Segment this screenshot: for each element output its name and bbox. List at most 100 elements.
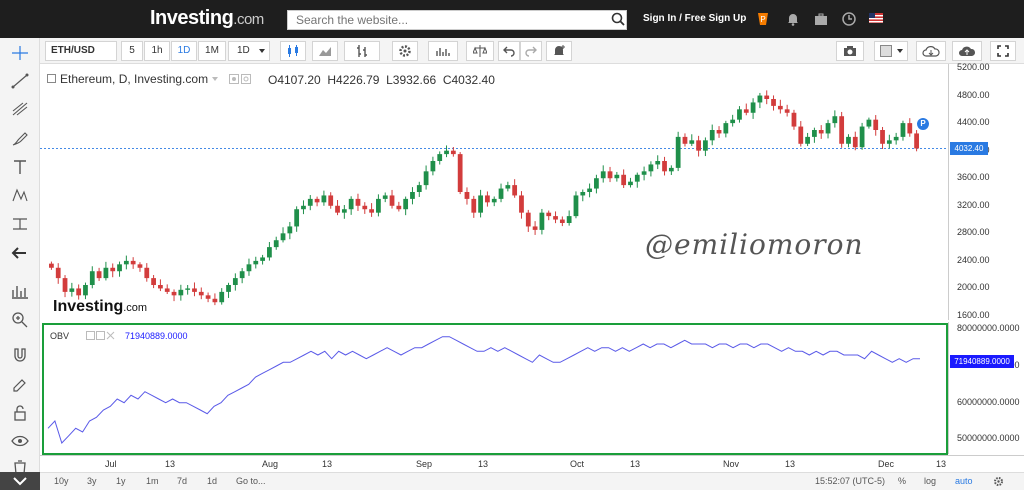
candle-body [198,291,204,296]
range-7d[interactable]: 7d [177,476,187,486]
redo-button[interactable] [520,41,542,61]
candle-body [280,233,286,241]
candle-body [144,267,150,279]
chart-logo-suffix: .com [123,302,148,314]
candle-body [703,140,708,151]
candle-body [396,205,402,210]
lock-drawing-icon[interactable] [10,374,30,392]
cloud-download-icon [922,46,940,57]
dropdown-caret-icon[interactable] [212,77,219,81]
log-toggle[interactable]: log [924,476,936,486]
trend-line-icon[interactable] [10,72,30,90]
site-logo[interactable]: Investing.com [150,7,264,30]
candle-body [273,240,279,248]
pattern-icon[interactable] [10,186,30,204]
undo-icon [503,46,515,57]
time-axis-label: Dec [878,459,895,469]
candle-body [55,267,61,279]
clock-readout[interactable]: 15:52:07 (UTC-5) [815,476,885,486]
settings-button[interactable] [392,41,418,61]
chart-logo: Investing.com [53,298,147,316]
color-picker-button[interactable] [874,41,908,61]
percent-toggle[interactable]: % [898,476,906,486]
gear-icon[interactable] [993,476,1004,487]
interval-1h[interactable]: 1h [144,41,170,61]
price-chart-svg[interactable] [40,64,948,320]
range-10y[interactable]: 10y [54,476,69,486]
clock-icon[interactable] [841,11,857,27]
collapse-icon[interactable] [47,74,56,83]
indicators-icon[interactable] [10,282,30,300]
cloud-load-button[interactable] [916,41,946,61]
search-input[interactable] [287,10,627,30]
interval-1m[interactable]: 1M [198,41,226,61]
pro-icon[interactable]: P [755,11,771,27]
candle-body [600,171,606,179]
cloud-save-button[interactable] [952,41,982,61]
range-1y[interactable]: 1y [116,476,126,486]
zoom-icon[interactable] [10,310,30,328]
auto-toggle[interactable]: auto [955,476,973,486]
fullscreen-button[interactable] [990,41,1016,61]
chart-title: Ethereum, D, Investing.com [47,72,252,86]
us-flag-icon[interactable] [869,13,883,23]
interval-5[interactable]: 5 [121,41,143,61]
candle-body [757,95,763,103]
candle-body [348,198,354,210]
price-axis[interactable]: 5200.004800.004400.004000.003600.003200.… [948,62,1024,320]
lock-icon[interactable] [10,404,30,422]
candle-body [893,136,899,141]
brush-icon[interactable] [10,130,30,148]
candle-body [471,198,477,213]
goto-date[interactable]: Go to... [236,476,266,486]
magnet-icon[interactable] [10,346,30,364]
eye-icon[interactable] [10,432,30,450]
pitchfork-icon[interactable] [10,100,30,118]
cloud-upload-icon [959,46,976,56]
interval-dropdown[interactable]: 1D [228,41,270,61]
scales-button[interactable] [466,41,494,61]
candle-body [825,123,831,134]
time-axis-label: 13 [165,459,176,469]
sidebar-collapse-button[interactable] [0,472,40,490]
range-1m[interactable]: 1m [146,476,159,486]
crosshair-icon[interactable] [10,44,30,62]
range-3y[interactable]: 3y [87,476,97,486]
candle-body [355,198,361,206]
interval-1d[interactable]: 1D [171,41,197,61]
alert-button[interactable] [546,41,572,61]
candle-body [437,154,443,161]
bell-icon[interactable] [785,11,801,27]
candle-body [696,140,701,151]
obv-axis[interactable]: 80000000.000070000000.000060000000.00005… [948,322,1024,454]
candle-body [852,136,858,148]
arrow-left-icon[interactable] [10,244,30,262]
portfolio-icon[interactable] [813,11,829,27]
compare-button[interactable] [344,41,380,61]
price-chart-pane[interactable] [40,64,948,320]
symbol-selector[interactable]: ETH/USD [45,41,117,61]
undo-button[interactable] [498,41,520,61]
measure-icon[interactable] [10,215,30,233]
text-tool-icon[interactable] [10,158,30,176]
search-icon[interactable] [611,12,625,26]
candle-body [818,130,824,134]
candle-body [737,109,742,120]
candle-body [846,136,851,144]
snapshot-button[interactable] [836,41,864,61]
time-axis-label: Jul [105,459,117,469]
candle-style-button[interactable] [280,41,306,61]
p-marker[interactable]: P [917,118,929,130]
hide-small-icon[interactable] [241,74,252,84]
time-axis[interactable]: Jul 13 Aug 13 Sep 13 Oct 13 Nov 13 Dec 13 [40,455,1024,472]
indicators-button[interactable] [428,41,458,61]
range-1d[interactable]: 1d [207,476,217,486]
time-axis-label: Nov [723,459,740,469]
open-value: O4107.20 [268,73,321,87]
candle-body [335,205,340,213]
settings-small-icon[interactable] [229,74,240,84]
candle-body [771,99,776,106]
sign-in-link[interactable]: Sign In / Free Sign Up [643,13,746,24]
area-style-button[interactable] [312,41,338,61]
candle-body [784,109,790,113]
